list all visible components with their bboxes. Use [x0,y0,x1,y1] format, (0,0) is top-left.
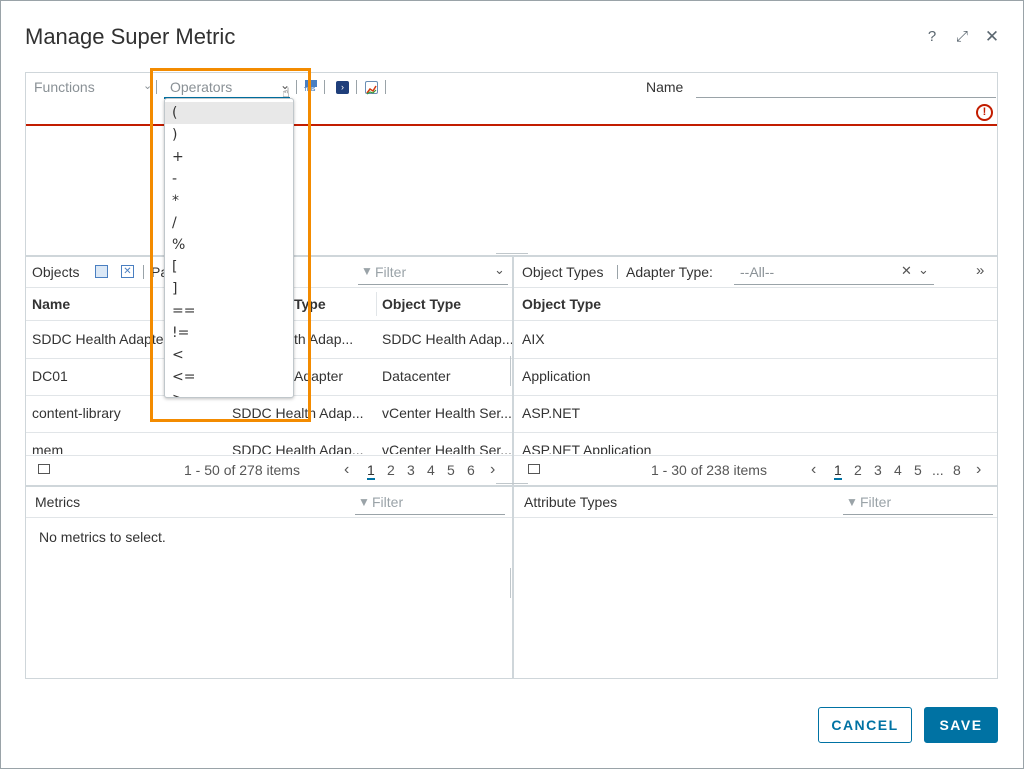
page-1[interactable]: 1 [367,462,375,480]
prev-page-icon[interactable]: ‹ [811,461,816,479]
chart-preview-icon[interactable] [365,81,378,95]
adapter-type-underline [734,284,934,285]
filter-icon: ▼ [358,495,370,509]
row-divider [514,432,997,433]
objects-filter-input[interactable]: Filter [375,264,406,280]
filter-icon: ▼ [361,264,373,278]
list-item[interactable]: ASP.NET [522,405,580,421]
deselect-icon[interactable]: ✕ [121,265,134,278]
prev-page-icon[interactable]: ‹ [344,461,349,479]
page-5[interactable]: 5 [447,462,455,478]
copy-icon[interactable] [95,265,108,278]
cancel-button[interactable]: CANCEL [818,707,912,743]
save-button[interactable]: SAVE [924,707,998,743]
page-ellipsis: ... [932,462,944,478]
expand-icon[interactable]: ⤢ [952,27,972,47]
attribute-types-label: Attribute Types [524,494,618,510]
page-3[interactable]: 3 [407,462,415,478]
attribute-filter-underline [843,514,993,515]
metrics-filter-input[interactable]: Filter [372,494,403,510]
table-row[interactable]: mem [32,442,172,454]
list-item[interactable]: ASP.NET Application [522,442,651,454]
column-toggle-icon[interactable] [528,464,540,474]
dialog-title: Manage Super Metric [25,24,236,49]
object-types-header-bottom-line [514,320,997,321]
metrics-label: Metrics [35,494,81,510]
row-divider [514,358,997,359]
objects-label: Objects [32,264,80,280]
page-4[interactable]: 4 [427,462,435,478]
objects-filter-underline [358,284,508,285]
expression-icon[interactable]: › [336,81,349,94]
table-cell[interactable]: Datacenter [382,368,512,384]
name-input[interactable] [696,97,996,98]
next-page-icon[interactable]: › [976,461,981,479]
column-toggle-icon[interactable] [38,464,50,474]
page-3[interactable]: 3 [874,462,882,478]
name-label: Name [646,79,684,95]
metrics-empty-text: No metrics to select. [39,529,166,545]
filter-icon: ▼ [846,495,858,509]
column-header-object-type[interactable]: Object Type [382,296,461,312]
page-4[interactable]: 4 [894,462,902,478]
table-cell[interactable]: SDDC Health Adap... [232,442,376,454]
pager-top-line [514,455,997,456]
toolbar-separator [324,80,325,94]
page-5[interactable]: 5 [914,462,922,478]
functions-placeholder: Functions [34,79,95,95]
toolbar-separator [385,80,386,94]
metrics-filter-underline [355,514,505,515]
page-2[interactable]: 2 [387,462,395,478]
filter-chevron-icon[interactable]: ⌄ [494,262,505,278]
adapter-chevron-icon[interactable]: ⌄ [918,262,929,278]
table-cell[interactable]: SDDC Health Adap... [382,331,512,347]
list-item[interactable]: Application [522,368,591,384]
row-divider [26,432,512,433]
panel-separator [617,265,618,279]
row-divider [514,395,997,396]
column-header-name[interactable]: Name [32,296,70,312]
table-cell[interactable]: vCenter Health Ser... [382,442,512,454]
adapter-type-label: Adapter Type: [626,264,713,280]
page-8[interactable]: 8 [953,462,961,478]
panel-separator [143,265,144,279]
objects-pager-summary: 1 - 50 of 278 items [184,462,300,478]
error-icon: ! [976,104,993,121]
next-page-icon[interactable]: › [490,461,495,479]
page-1[interactable]: 1 [834,462,842,480]
adapter-type-select[interactable]: --All-- [740,264,774,280]
column-divider[interactable] [376,292,377,316]
collapse-panel-icon[interactable]: » [976,262,984,279]
pager-top-line [26,455,512,456]
list-item[interactable]: AIX [522,331,545,347]
metrics-header-line [26,517,512,518]
functions-dropdown[interactable]: Functions [34,73,154,101]
attribute-header-line [514,517,997,518]
object-types-label: Object Types [522,264,604,280]
clear-icon[interactable]: ✕ [901,263,912,279]
table-cell[interactable]: vCenter Health Ser... [382,405,512,421]
object-types-header-top-line [514,287,997,288]
attribute-types-filter-input[interactable]: Filter [860,494,891,510]
object-types-pager-summary: 1 - 30 of 238 items [651,462,767,478]
toolbar-separator [356,80,357,94]
page-6[interactable]: 6 [467,462,475,478]
page-2[interactable]: 2 [854,462,862,478]
close-icon[interactable]: ✕ [982,27,1002,47]
highlight-frame [150,68,311,422]
help-icon[interactable]: ? [922,27,942,47]
column-header-object-type[interactable]: Object Type [522,296,601,312]
